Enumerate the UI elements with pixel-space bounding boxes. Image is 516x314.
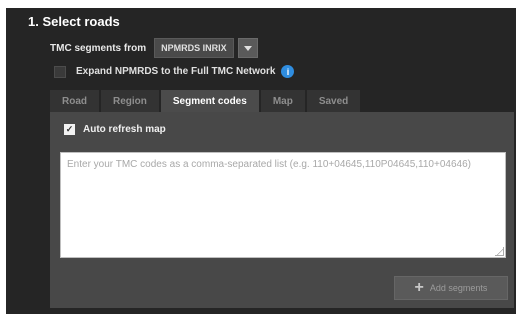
tmc-source-select[interactable]: NPMRDS INRIX: [154, 38, 234, 58]
tab-saved[interactable]: Saved: [306, 90, 361, 112]
segment-codes-content: ✓ Auto refresh map Enter your TMC codes …: [50, 112, 514, 308]
auto-refresh-checkbox[interactable]: ✓: [64, 124, 75, 135]
info-icon[interactable]: i: [281, 65, 295, 78]
expand-network-checkbox[interactable]: [54, 65, 66, 78]
expand-network-label: Expand NPMRDS to the Full TMC Network: [76, 66, 276, 77]
page-text-fragment: [0, 0, 516, 8]
auto-refresh-row: ✓ Auto refresh map: [64, 124, 166, 135]
tab-map[interactable]: Map: [260, 90, 305, 112]
tmc-source-value: NPMRDS INRIX: [161, 43, 227, 53]
resize-grip-icon[interactable]: [495, 247, 504, 256]
plus-icon: +: [414, 279, 424, 296]
tab-road[interactable]: Road: [50, 90, 99, 112]
road-selection-tabs: Road Region Segment codes Map Saved: [50, 90, 362, 112]
chevron-down-icon[interactable]: [237, 38, 258, 58]
tmc-source-row: TMC segments from NPMRDS INRIX: [50, 38, 258, 58]
tmc-codes-textarea[interactable]: Enter your TMC codes as a comma-separate…: [60, 152, 506, 258]
tab-segment-codes[interactable]: Segment codes: [160, 90, 259, 112]
tmc-codes-placeholder: Enter your TMC codes as a comma-separate…: [67, 159, 471, 170]
section-title: 1. Select roads: [28, 14, 120, 29]
tmc-source-label: TMC segments from: [50, 42, 147, 54]
tab-region[interactable]: Region: [101, 90, 159, 112]
auto-refresh-label: Auto refresh map: [83, 124, 166, 135]
add-segments-button[interactable]: + Add segments: [394, 276, 508, 300]
select-roads-panel: 1. Select roads TMC segments from NPMRDS…: [6, 8, 516, 314]
add-segments-label: Add segments: [429, 283, 488, 293]
expand-network-row: Expand NPMRDS to the Full TMC Network i: [54, 65, 295, 78]
